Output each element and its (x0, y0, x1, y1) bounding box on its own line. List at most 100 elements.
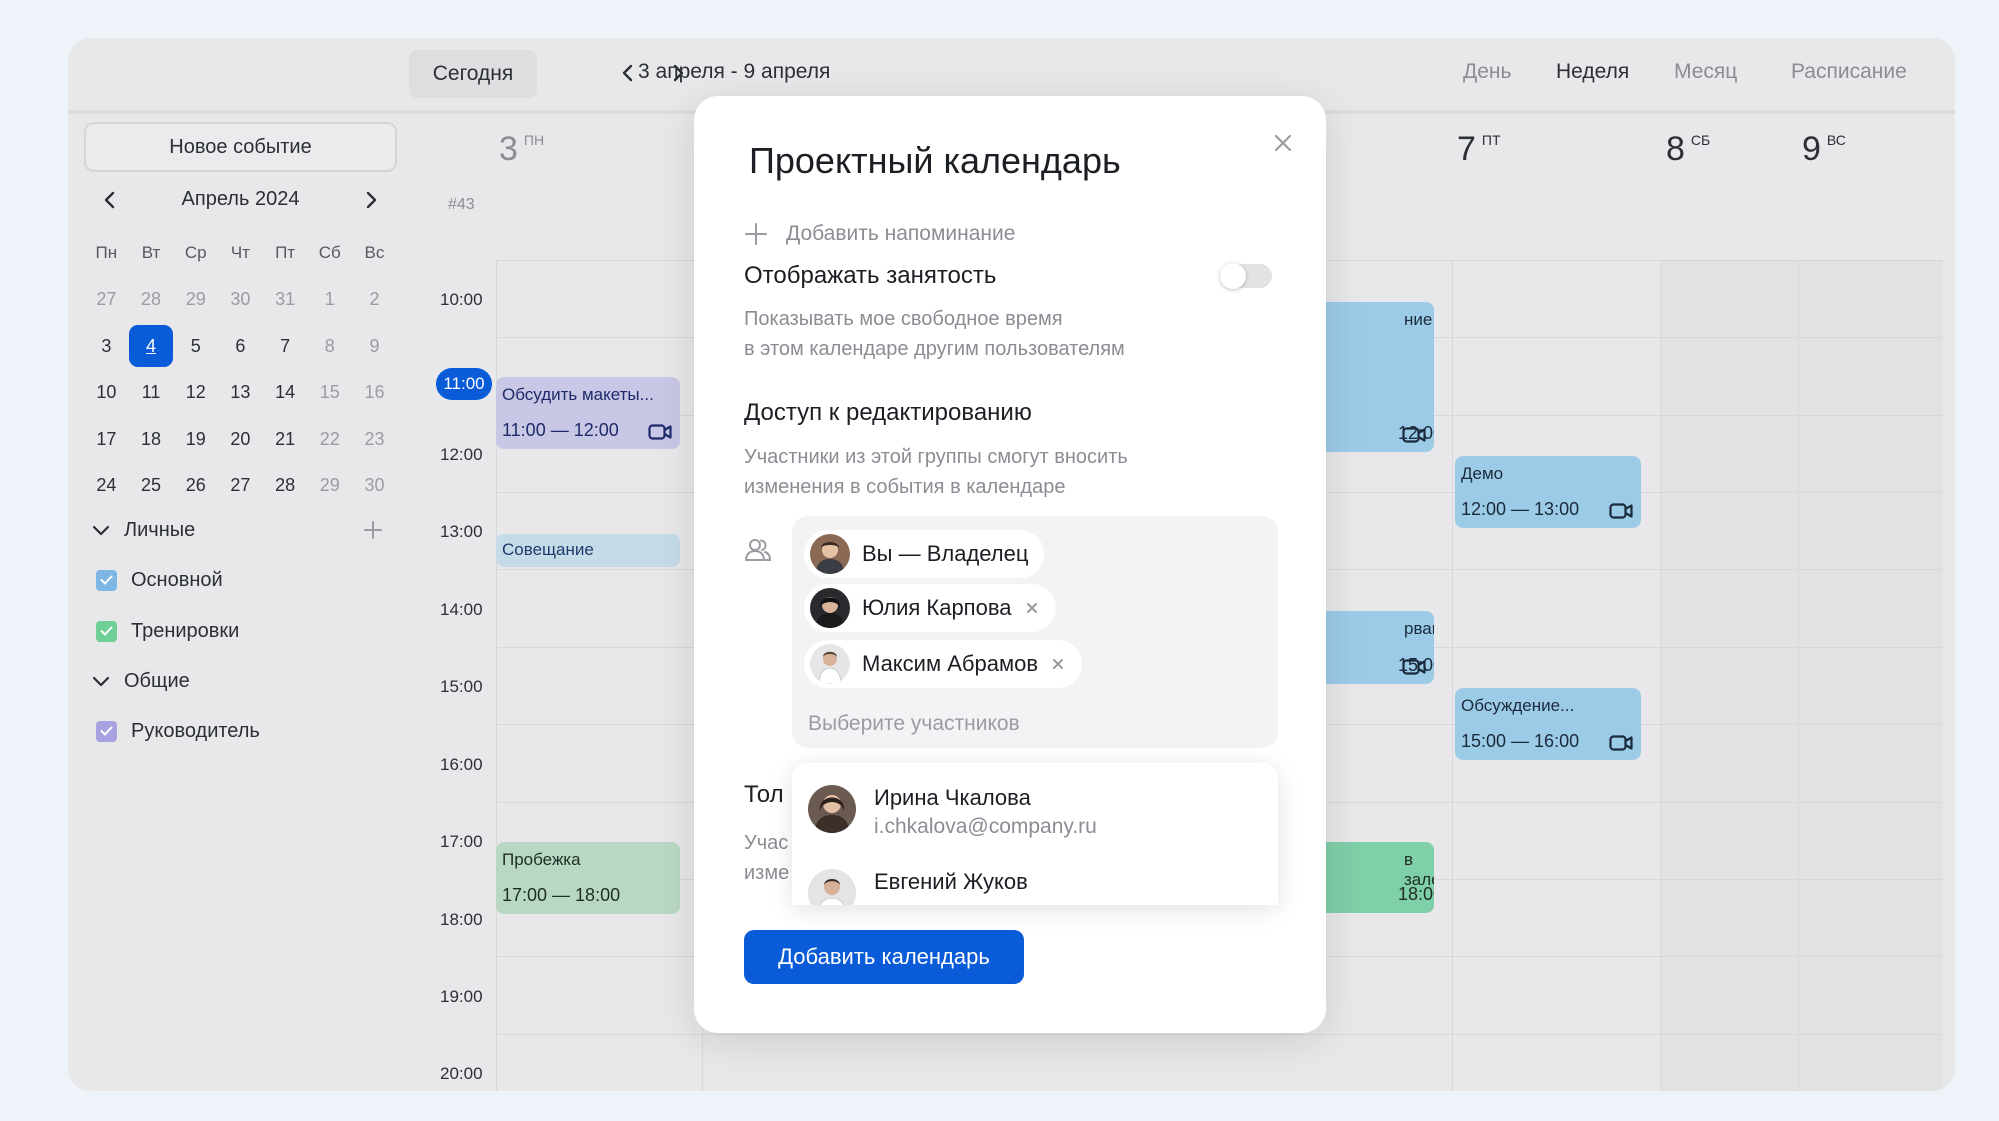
mini-day-cell[interactable]: 27 (84, 277, 129, 324)
mini-day-cell[interactable]: 28 (129, 277, 174, 324)
add-calendar-button[interactable] (361, 518, 385, 542)
group-shared[interactable]: Общие (92, 666, 190, 696)
close-icon (1026, 603, 1037, 613)
day-header-sun[interactable]: 9 ВС (1802, 130, 1846, 169)
calendar-item-label: Основной (131, 568, 223, 591)
mini-day-cell[interactable]: 9 (352, 323, 397, 370)
mini-day-cell[interactable]: 7 (263, 323, 308, 370)
mini-day-cell[interactable]: 23 (352, 416, 397, 463)
mini-day-cell[interactable]: 18 (129, 416, 174, 463)
mini-day-cell[interactable]: 17 (84, 416, 129, 463)
selected-day: 4 (128, 325, 174, 368)
event-card[interactable]: Пробежка 17:00 — 18:00 (496, 842, 680, 914)
mini-day-cell[interactable]: 11 (129, 370, 174, 417)
day-header-fri[interactable]: 7 ПТ (1457, 130, 1501, 169)
hour-label: 13:00 (440, 522, 483, 541)
mini-day-cell[interactable]: 24 (84, 463, 129, 510)
description-line: в этом календаре другим пользователям (744, 338, 1125, 360)
event-card[interactable]: рвание 15:00 (1318, 611, 1434, 684)
mini-calendar-header: Апрель 2024 (84, 184, 397, 216)
grid-vline (1798, 260, 1799, 1091)
suggestion-item[interactable]: Евгений Жуков (808, 869, 1028, 905)
mini-day-cell[interactable]: 2 (352, 277, 397, 324)
calendar-item-manager[interactable]: Руководитель (96, 716, 260, 746)
day-weekday: СБ (1690, 132, 1711, 148)
mini-day-cell[interactable]: 26 (173, 463, 218, 510)
calendar-item-training[interactable]: Тренировки (96, 616, 239, 646)
checkbox-checked[interactable] (96, 620, 117, 642)
mini-day-cell[interactable]: 31 (263, 277, 308, 324)
modal-title: Проектный календарь (749, 140, 1121, 181)
add-reminder-button[interactable]: Добавить напоминание (744, 218, 1015, 250)
mini-day-cell[interactable]: 19 (173, 416, 218, 463)
mini-day-cell[interactable]: 12 (173, 370, 218, 417)
members-field[interactable]: Вы — Владелец Юлия Карпова Максим Абрамо… (792, 516, 1278, 748)
avatar (810, 588, 850, 628)
group-personal[interactable]: Личные (92, 515, 195, 545)
mini-day-cell[interactable]: 29 (173, 277, 218, 324)
members-search-input[interactable]: Выберите участников (808, 712, 1020, 736)
event-card[interactable]: ние 12:00 (1318, 302, 1434, 452)
mini-day-cell[interactable]: 10 (84, 370, 129, 417)
mini-day-cell[interactable]: 27 (218, 463, 263, 510)
mini-day-cell[interactable]: 30 (352, 463, 397, 510)
mini-next-month-button[interactable] (357, 186, 385, 214)
remove-member-button[interactable] (1050, 656, 1066, 672)
mini-day-cell[interactable]: 29 (307, 463, 352, 510)
mini-day-cell[interactable]: 4 (128, 323, 174, 370)
tab-schedule[interactable]: Расписание (1791, 60, 1907, 84)
mini-day-cell[interactable]: 22 (307, 416, 352, 463)
mini-day-cell[interactable]: 16 (352, 370, 397, 417)
mini-day-cell[interactable]: 14 (263, 370, 308, 417)
check-icon (100, 726, 113, 736)
video-camera-icon (648, 424, 672, 440)
mini-day-cell[interactable]: 6 (218, 323, 263, 370)
remove-member-button[interactable] (1024, 600, 1040, 616)
mini-day-cell[interactable]: 3 (84, 323, 129, 370)
tab-day[interactable]: День (1463, 60, 1511, 84)
hour-label: 17:00 (440, 832, 483, 851)
mini-day-cell[interactable]: 25 (129, 463, 174, 510)
avatar (808, 869, 856, 905)
busy-setting-description: Показывать мое свободное время в этом ка… (744, 304, 1125, 364)
member-chip: Максим Абрамов (804, 640, 1082, 688)
event-card[interactable]: в зале 18:00 (1318, 842, 1434, 913)
mini-day-cell[interactable]: 8 (307, 323, 352, 370)
day-weekday: ПН (523, 132, 545, 148)
mini-day-cell[interactable]: 28 (263, 463, 308, 510)
close-button[interactable] (1270, 130, 1296, 156)
mini-day-cell[interactable]: 21 (263, 416, 308, 463)
mini-day-cell[interactable]: 20 (218, 416, 263, 463)
today-button[interactable]: Сегодня (409, 50, 537, 98)
event-time: 18:00 (1398, 884, 1434, 904)
event-card[interactable]: Демо 12:00 — 13:00 (1455, 456, 1641, 528)
suggestion-item[interactable]: Ирина Чкалова i.chkalova@company.ru (808, 785, 1097, 839)
suggestion-email: i.chkalova@company.ru (874, 815, 1097, 838)
users-icon (745, 539, 772, 561)
day-number: 7 (1457, 130, 1476, 168)
mini-day-cell[interactable]: 1 (307, 277, 352, 324)
event-title: Обсудить макеты... (502, 385, 654, 404)
checkbox-checked[interactable] (96, 569, 117, 591)
day-header-mon[interactable]: 3 ПН (499, 130, 544, 169)
checkbox-checked[interactable] (96, 720, 117, 742)
mini-day-cell[interactable]: 30 (218, 277, 263, 324)
event-card[interactable]: Обсудить макеты... 11:00 — 12:00 (496, 377, 680, 449)
add-calendar-submit-button[interactable]: Добавить календарь (744, 930, 1024, 984)
video-camera-icon (1402, 427, 1426, 443)
new-event-button[interactable]: Новое событие (84, 122, 397, 172)
calendar-item-main[interactable]: Основной (96, 565, 223, 595)
busy-toggle[interactable] (1220, 263, 1272, 289)
video-camera-icon (1402, 659, 1426, 675)
event-time: 17:00 — 18:00 (502, 885, 621, 905)
day-header-sat[interactable]: 8 СБ (1666, 130, 1710, 169)
event-card[interactable]: Совещание (496, 534, 680, 567)
mini-day-cell[interactable]: 15 (307, 370, 352, 417)
mini-day-cell[interactable]: 13 (218, 370, 263, 417)
tab-week[interactable]: Неделя (1556, 60, 1629, 84)
add-reminder-label: Добавить напоминание (786, 222, 1016, 245)
weekend-column (1660, 260, 1798, 1091)
mini-day-cell[interactable]: 5 (173, 323, 218, 370)
tab-month[interactable]: Месяц (1674, 60, 1737, 84)
event-card[interactable]: Обсуждение... 15:00 — 16:00 (1455, 688, 1641, 760)
